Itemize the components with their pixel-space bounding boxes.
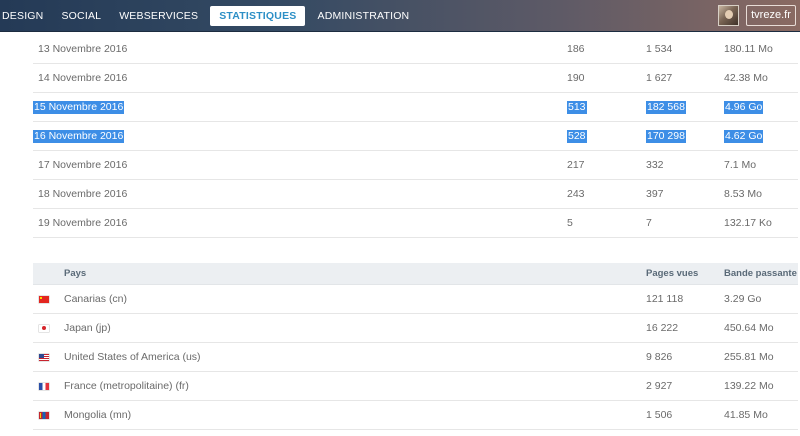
table-row-selected: 16 Novembre 2016 528 170 298 4.62 Go	[33, 122, 798, 151]
table-row: Canarias (cn) 121 118 3.29 Go	[33, 285, 798, 314]
flag-mn-icon	[39, 411, 49, 419]
pages-cell: 332	[646, 159, 664, 171]
country-cell: United States of America (us)	[64, 351, 201, 363]
table-row: United States of America (us) 9 826 255.…	[33, 343, 798, 372]
pages-cell: 121 118	[646, 293, 684, 305]
table-row: 14 Novembre 2016 190 1 627 42.38 Mo	[33, 64, 798, 93]
selected-text: 182 568	[646, 100, 686, 114]
bandwidth-cell: 4.96 Go	[724, 93, 764, 121]
table-row: 19 Novembre 2016 5 7 132.17 Ko	[33, 209, 798, 238]
header-pages: Pages vues	[646, 268, 699, 279]
table-header: Pays Pages vues Bande passante	[33, 263, 798, 285]
country-cell: Canarias (cn)	[64, 293, 128, 305]
header-country: Pays	[64, 268, 87, 279]
flag-us-icon	[39, 353, 49, 361]
date-cell: 17 Novembre 2016	[38, 159, 128, 171]
nav-item-statistiques[interactable]: STATISTIQUES	[210, 6, 306, 26]
selected-text: 513	[567, 100, 587, 114]
flag-jp-icon	[39, 324, 49, 332]
pages-cell: 1 627	[646, 72, 673, 84]
nav-item-social[interactable]: SOCIAL	[52, 6, 110, 26]
table-row-selected: 15 Novembre 2016 513 182 568 4.96 Go	[33, 93, 798, 122]
pages-cell: 9 826	[646, 351, 673, 363]
country-cell: France (metropolitaine) (fr)	[64, 380, 189, 392]
visits-cell: 190	[567, 72, 585, 84]
bandwidth-cell: 255.81 Mo	[724, 351, 774, 363]
bandwidth-cell: 132.17 Ko	[724, 217, 772, 229]
country-cell: Japan (jp)	[64, 322, 111, 334]
country-stats-table: Pays Pages vues Bande passante Canarias …	[33, 263, 798, 430]
country-cell: Mongolia (mn)	[64, 409, 132, 421]
date-cell: 13 Novembre 2016	[38, 43, 128, 55]
flag-cell	[39, 343, 49, 371]
pages-cell: 170 298	[646, 122, 686, 150]
flag-cell	[39, 372, 49, 400]
nav-item-administration[interactable]: ADMINISTRATION	[308, 6, 418, 26]
pages-cell: 1 506	[646, 409, 673, 421]
date-cell: 18 Novembre 2016	[38, 188, 128, 200]
pages-cell: 397	[646, 188, 664, 200]
table-row: 18 Novembre 2016 243 397 8.53 Mo	[33, 180, 798, 209]
date-cell: 19 Novembre 2016	[38, 217, 128, 229]
table-row: 13 Novembre 2016 186 1 534 180.11 Mo	[33, 35, 798, 64]
table-row: Mongolia (mn) 1 506 41.85 Mo	[33, 401, 798, 430]
nav-item-design[interactable]: DESIGN	[0, 6, 52, 26]
visits-cell: 217	[567, 159, 585, 171]
bandwidth-cell: 42.38 Mo	[724, 72, 768, 84]
daily-stats-table: 13 Novembre 2016 186 1 534 180.11 Mo 14 …	[33, 35, 798, 238]
visits-cell: 186	[567, 43, 585, 55]
selected-text: 170 298	[646, 129, 686, 143]
visits-cell: 528	[567, 122, 587, 150]
table-row: France (metropolitaine) (fr) 2 927 139.2…	[33, 372, 798, 401]
user-site-button[interactable]: tvreze.fr	[746, 5, 796, 26]
nav-item-webservices[interactable]: WEBSERVICES	[110, 6, 207, 26]
date-cell: 16 Novembre 2016	[33, 122, 125, 150]
bandwidth-cell: 180.11 Mo	[724, 43, 773, 55]
user-avatar[interactable]	[718, 5, 739, 26]
flag-fr-icon	[39, 382, 49, 390]
selected-text: 16 Novembre 2016	[33, 129, 125, 143]
flag-cn-icon	[39, 295, 49, 303]
flag-cell	[39, 285, 49, 313]
visits-cell: 243	[567, 188, 585, 200]
pages-cell: 16 222	[646, 322, 679, 334]
table-row: 17 Novembre 2016 217 332 7.1 Mo	[33, 151, 798, 180]
flag-cell	[39, 401, 49, 429]
selected-text: 528	[567, 129, 587, 143]
bandwidth-cell: 4.62 Go	[724, 122, 764, 150]
top-navigation-bar: DESIGN SOCIAL WEBSERVICES STATISTIQUES A…	[0, 0, 800, 32]
bandwidth-cell: 8.53 Mo	[724, 188, 762, 200]
bandwidth-cell: 450.64 Mo	[724, 322, 774, 334]
flag-cell	[39, 314, 49, 342]
bandwidth-cell: 3.29 Go	[724, 293, 762, 305]
main-nav: DESIGN SOCIAL WEBSERVICES STATISTIQUES A…	[0, 0, 418, 32]
selected-text: 4.96 Go	[724, 100, 764, 114]
date-cell: 14 Novembre 2016	[38, 72, 128, 84]
bandwidth-cell: 139.22 Mo	[724, 380, 774, 392]
pages-cell: 1 534	[646, 43, 673, 55]
selected-text: 4.62 Go	[724, 129, 764, 143]
visits-cell: 5	[567, 217, 573, 229]
header-bandwidth: Bande passante	[724, 268, 797, 279]
pages-cell: 182 568	[646, 93, 686, 121]
bandwidth-cell: 7.1 Mo	[724, 159, 757, 171]
bandwidth-cell: 41.85 Mo	[724, 409, 768, 421]
date-cell: 15 Novembre 2016	[33, 93, 125, 121]
pages-cell: 2 927	[646, 380, 673, 392]
selected-text: 15 Novembre 2016	[33, 100, 125, 114]
table-row: Japan (jp) 16 222 450.64 Mo	[33, 314, 798, 343]
pages-cell: 7	[646, 217, 652, 229]
visits-cell: 513	[567, 93, 587, 121]
